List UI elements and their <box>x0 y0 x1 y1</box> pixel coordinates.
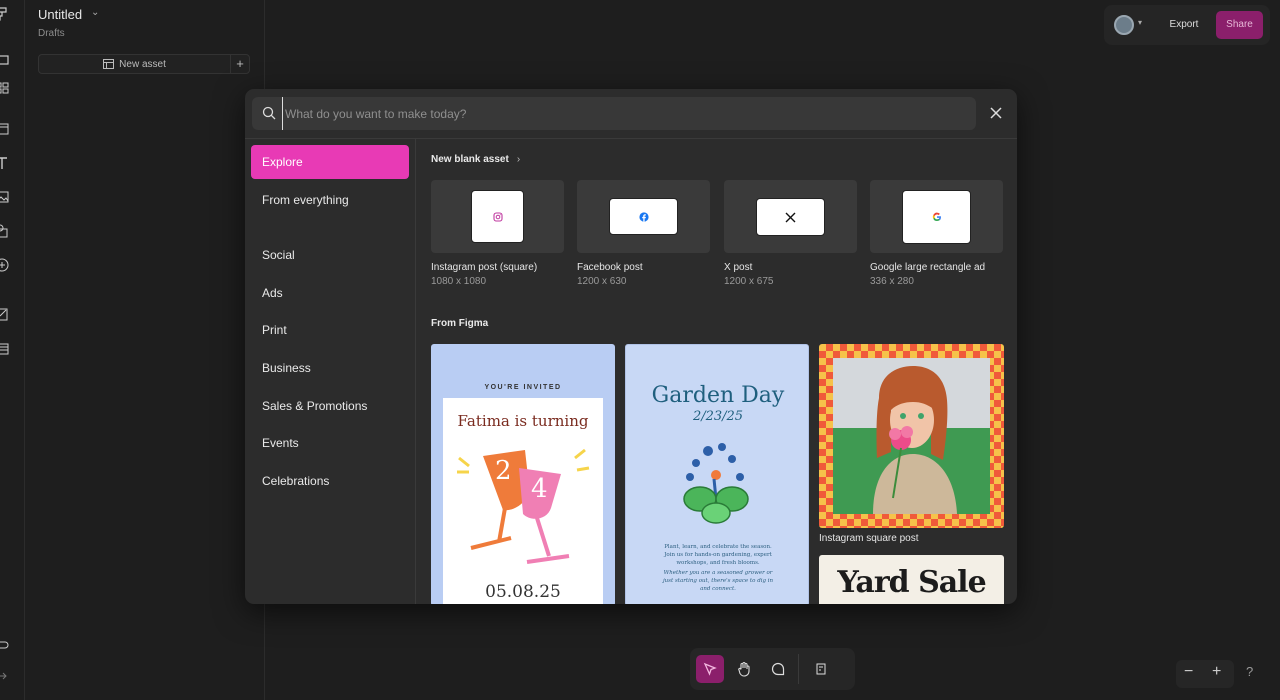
category-events[interactable]: Events <box>251 426 409 460</box>
tool-rail <box>0 0 25 700</box>
new-asset-button[interactable]: New asset <box>39 55 231 73</box>
new-asset-control: New asset + <box>38 54 250 74</box>
instagram-icon <box>492 211 503 222</box>
comment-icon <box>771 662 785 676</box>
facebook-icon <box>638 211 649 222</box>
search-input[interactable] <box>282 97 962 130</box>
portrait-image <box>873 366 957 514</box>
category-from-everything[interactable]: From everything <box>251 183 409 217</box>
new-blank-asset-heading[interactable]: New blank asset › <box>431 154 520 165</box>
search-icon <box>262 106 276 120</box>
category-business[interactable]: Business <box>251 351 409 385</box>
yard-sale-title: Yard Sale <box>837 565 986 600</box>
garden-date: 2/23/25 <box>692 409 744 424</box>
blank-asset-name: Instagram post (square) <box>431 262 538 273</box>
template-instagram-photo[interactable] <box>819 344 1004 528</box>
invite-number-2: 2 <box>495 456 512 486</box>
blank-asset-size: 1080 x 1080 <box>431 276 487 287</box>
blank-asset-card-x[interactable] <box>724 180 857 253</box>
invite-number-4: 4 <box>531 474 548 504</box>
assets-grid-icon[interactable] <box>0 80 10 96</box>
export-button[interactable]: Export <box>1160 15 1208 35</box>
file-title[interactable]: Untitled <box>38 7 82 22</box>
blank-asset-card-instagram[interactable] <box>431 180 564 253</box>
image-icon[interactable] <box>0 189 10 205</box>
layers-icon[interactable] <box>0 52 10 68</box>
garden-title: Garden Day <box>651 383 785 408</box>
from-figma-heading: From Figma <box>431 318 489 329</box>
google-icon <box>932 212 941 222</box>
frame-icon[interactable] <box>0 121 10 137</box>
category-sales-promotions[interactable]: Sales & Promotions <box>251 389 409 423</box>
actions-icon <box>816 663 826 675</box>
avatar[interactable] <box>1114 15 1134 35</box>
blank-asset-card-facebook[interactable] <box>577 180 710 253</box>
frame-icon <box>103 59 115 69</box>
invite-date: 05.08.25 <box>485 582 561 602</box>
new-asset-label: New asset <box>119 58 166 70</box>
invite-kicker: YOU'RE INVITED <box>484 384 562 391</box>
x-icon <box>785 212 796 222</box>
chevron-down-icon[interactable]: ▾ <box>1138 18 1142 27</box>
undo-icon[interactable] <box>0 636 10 652</box>
template-yard-sale[interactable]: Yard Sale <box>819 555 1004 604</box>
portrait-photo <box>833 358 990 514</box>
edit-icon[interactable] <box>0 306 10 322</box>
modal-content: New blank asset › Instagram post (square)… <box>417 139 1017 604</box>
flower-illustration <box>683 443 749 524</box>
invite-headline: Fatima is turning <box>457 412 589 430</box>
blank-asset-name: X post <box>724 262 753 273</box>
actions-button[interactable] <box>808 655 836 683</box>
blank-asset-size: 1200 x 675 <box>724 276 774 287</box>
close-icon[interactable] <box>987 104 1005 122</box>
blank-asset-name: Google large rectangle ad <box>870 262 986 273</box>
cursor-icon <box>703 662 717 676</box>
blank-asset-size: 336 x 280 <box>870 276 914 287</box>
garden-body: Plant, learn, and celebrate the season. … <box>664 544 772 566</box>
figma-logo-icon[interactable] <box>0 6 10 22</box>
redo-icon[interactable] <box>0 668 10 684</box>
text-icon[interactable] <box>0 155 10 171</box>
chevron-down-icon[interactable]: ⌄ <box>91 7 99 18</box>
bottom-toolbar <box>690 648 855 690</box>
header-actions: ▾ Export Share <box>1104 5 1270 45</box>
garden-body-italic: Whether you are a seasoned grower or jus… <box>662 570 774 592</box>
table-icon[interactable] <box>0 341 10 357</box>
category-explore[interactable]: Explore <box>251 145 409 179</box>
shapes-icon[interactable] <box>0 223 10 239</box>
hand-icon <box>738 661 750 677</box>
template-invitation[interactable]: YOU'RE INVITED Fatima is turning 2 4 05.… <box>431 344 615 604</box>
comment-tool-button[interactable] <box>764 655 792 683</box>
category-social[interactable]: Social <box>251 238 409 272</box>
category-celebrations[interactable]: Celebrations <box>251 464 409 498</box>
invite-card: Fatima is turning 2 4 05.08.25 <box>443 398 603 604</box>
zoom-out-icon[interactable]: − <box>1184 663 1193 681</box>
category-sidebar: Explore From everything Social Ads Print… <box>245 139 416 604</box>
hand-tool-button[interactable] <box>730 655 758 683</box>
template-garden-day[interactable]: Garden Day 2/23/25 Plant, learn, and cel… <box>625 344 809 604</box>
chevron-right-icon: › <box>516 154 521 165</box>
wine-glasses-illustration <box>457 448 590 564</box>
blank-asset-card-google[interactable] <box>870 180 1003 253</box>
category-print[interactable]: Print <box>251 313 409 347</box>
plus-circle-icon[interactable] <box>0 257 10 273</box>
help-icon[interactable]: ? <box>1246 664 1253 679</box>
zoom-in-icon[interactable]: + <box>1212 663 1221 681</box>
blank-asset-name: Facebook post <box>577 262 643 273</box>
left-panel: Untitled ⌄ Drafts New asset + <box>25 0 265 700</box>
divider <box>798 654 799 684</box>
template-label: Instagram square post <box>819 533 919 544</box>
share-button[interactable]: Share <box>1216 11 1263 39</box>
move-tool-button[interactable] <box>696 655 724 683</box>
search-bar <box>252 97 976 130</box>
file-location[interactable]: Drafts <box>38 28 65 39</box>
create-modal: Explore From everything Social Ads Print… <box>245 89 1017 604</box>
zoom-controls: − + <box>1176 660 1234 688</box>
category-ads[interactable]: Ads <box>251 276 409 310</box>
blank-asset-size: 1200 x 630 <box>577 276 627 287</box>
add-icon[interactable]: + <box>231 55 249 73</box>
